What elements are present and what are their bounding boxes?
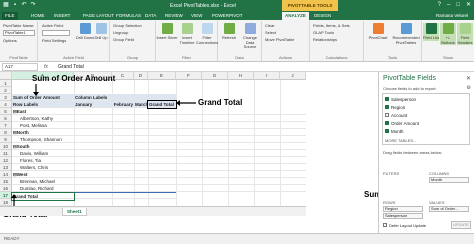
field-label: Month [391,129,404,134]
field-item-account[interactable]: Account [385,112,407,119]
columns-area-label: COLUMNS [429,171,450,176]
values-area-label: VALUES [429,200,445,205]
choose-fields-text: Choose fields to add to report: [383,86,437,91]
field-item-order-amount[interactable]: Order Amount [385,120,419,127]
checkbox-checked[interactable] [385,129,389,134]
checkbox-checked[interactable] [385,97,389,102]
sheet-tab[interactable]: Sheet1 [62,208,87,216]
sheet-tab-bar: Sheet1 [0,206,306,216]
rows-area-label: ROWS [383,200,396,205]
status-bar: READY [0,233,474,244]
field-label: Order Amount [391,121,420,126]
arrow-up-head [11,194,17,198]
pivottable-fields-pane: PivotTable Fields ✕ Choose fields to add… [378,72,474,233]
rows-area-field-region[interactable]: Region [383,206,423,212]
pane-title: PivotTable Fields [383,75,436,82]
close-icon[interactable]: ✕ [466,75,471,82]
defer-layout-update[interactable]: Defer Layout Update [383,223,426,228]
defer-label: Defer Layout Update [389,223,426,228]
arrow-down-head [33,92,39,96]
update-button[interactable]: UPDATE [451,221,471,229]
field-item-region[interactable]: Region [385,104,405,111]
gear-icon[interactable]: ⚙ [467,85,471,91]
rows-area-field-salesperson[interactable]: Salesperson [383,213,423,219]
values-area-field[interactable]: Sum of Order... [429,206,469,212]
field-label: Region [391,105,406,110]
annotation-grand-total-right: Grand Total [198,98,243,107]
field-item-salesperson[interactable]: Salesperson [385,96,416,103]
arrow-left-head [176,100,180,106]
field-label: Salesperson [391,97,417,102]
filters-area-label: FILTERS [383,171,400,176]
status-ready: READY [4,236,20,241]
field-item-month[interactable]: Month [385,128,404,135]
field-list: Salesperson Region Account Order Amount … [382,93,470,145]
checkbox-checked[interactable] [385,105,389,110]
more-tables-link[interactable]: MORE TABLES... [385,138,416,143]
checkbox-unchecked[interactable] [385,113,389,118]
drag-fields-text: Drag fields between areas below: [383,150,443,155]
field-label: Account [391,113,408,118]
columns-area-field[interactable]: Month [429,177,469,183]
checkbox-checked[interactable] [385,121,389,126]
checkbox-unchecked[interactable] [383,223,387,228]
